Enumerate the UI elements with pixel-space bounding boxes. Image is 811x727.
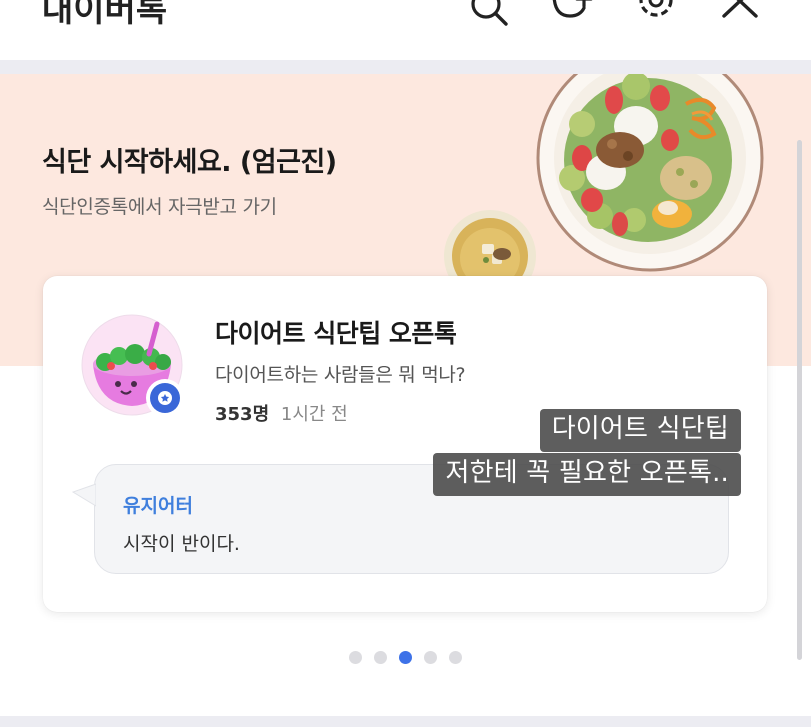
pager-dot-5[interactable] xyxy=(449,651,462,664)
close-icon[interactable] xyxy=(718,0,762,30)
message-author: 유지어터 xyxy=(123,495,193,517)
carousel-pager xyxy=(0,651,811,667)
caption-line-1: 다이어트 식단팁 xyxy=(539,409,741,452)
salad-bowl-avatar-icon xyxy=(81,314,184,417)
pager-dot-4[interactable] xyxy=(424,651,437,664)
header-separator xyxy=(0,60,811,74)
pager-dot-1[interactable] xyxy=(349,651,362,664)
salad-plate-image xyxy=(536,74,764,272)
avatar xyxy=(81,314,187,420)
bottom-separator xyxy=(0,716,811,727)
chat-room-title: 다이어트 식단팁 오픈톡 xyxy=(215,319,457,348)
banner-subtitle: 식단인증톡에서 자극받고 가기 xyxy=(42,196,277,218)
app-header: 대이버톡 xyxy=(0,0,811,60)
page-title: 대이버톡 xyxy=(42,0,168,30)
message-text: 시작이 반이다. xyxy=(123,533,240,555)
banner-title: 식단 시작하세요. (엄근진) xyxy=(42,147,337,178)
pager-dot-3-active[interactable] xyxy=(399,651,412,664)
member-count: 353명 xyxy=(215,404,270,425)
bubble-tail-icon xyxy=(72,482,104,512)
chat-room-meta: 353명 1시간 전 xyxy=(215,400,348,426)
search-icon[interactable] xyxy=(466,0,510,30)
last-activity-time: 1시간 전 xyxy=(280,404,348,425)
chat-room-description: 다이어트하는 사람들은 뭐 먹나? xyxy=(215,364,466,386)
pager-dot-2[interactable] xyxy=(374,651,387,664)
scrollbar[interactable] xyxy=(797,140,802,660)
caption-line-2: 저한테 꼭 필요한 오픈톡.. xyxy=(433,453,741,496)
settings-icon[interactable] xyxy=(634,0,678,30)
add-chat-icon[interactable] xyxy=(550,0,594,30)
